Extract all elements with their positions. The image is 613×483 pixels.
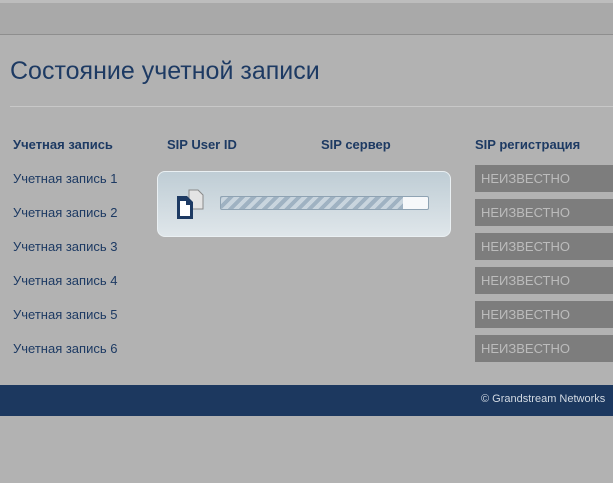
account-row-label-3: Учетная запись 3	[13, 239, 118, 254]
title-divider	[10, 106, 613, 107]
column-header-account: Учетная запись	[13, 137, 113, 152]
top-bar	[0, 0, 613, 35]
column-header-sip-server: SIP сервер	[321, 137, 391, 152]
loading-progress-fill	[221, 197, 404, 209]
registration-status-2: НЕИЗВЕСТНО	[475, 199, 613, 226]
account-row-label-4: Учетная запись 4	[13, 273, 118, 288]
footer-copyright: © Grandstream Networks	[481, 393, 606, 405]
registration-status-3: НЕИЗВЕСТНО	[475, 233, 613, 260]
registration-status-5: НЕИЗВЕСТНО	[475, 301, 613, 328]
page-title: Состояние учетной записи	[10, 57, 320, 85]
registration-status-4: НЕИЗВЕСТНО	[475, 267, 613, 294]
loading-progress-bar	[220, 196, 429, 210]
column-header-sip-user-id: SIP User ID	[167, 137, 237, 152]
loading-overlay	[157, 171, 451, 237]
account-row-label-1: Учетная запись 1	[13, 171, 118, 186]
account-row-label-2: Учетная запись 2	[13, 205, 118, 220]
registration-status-6: НЕИЗВЕСТНО	[475, 335, 613, 362]
account-row-label-6: Учетная запись 6	[13, 341, 118, 356]
footer: © Grandstream Networks	[0, 385, 613, 416]
column-header-sip-registration: SIP регистрация	[475, 137, 581, 152]
account-row-label-5: Учетная запись 5	[13, 307, 118, 322]
document-copy-icon	[176, 189, 206, 224]
registration-status-1: НЕИЗВЕСТНО	[475, 165, 613, 192]
